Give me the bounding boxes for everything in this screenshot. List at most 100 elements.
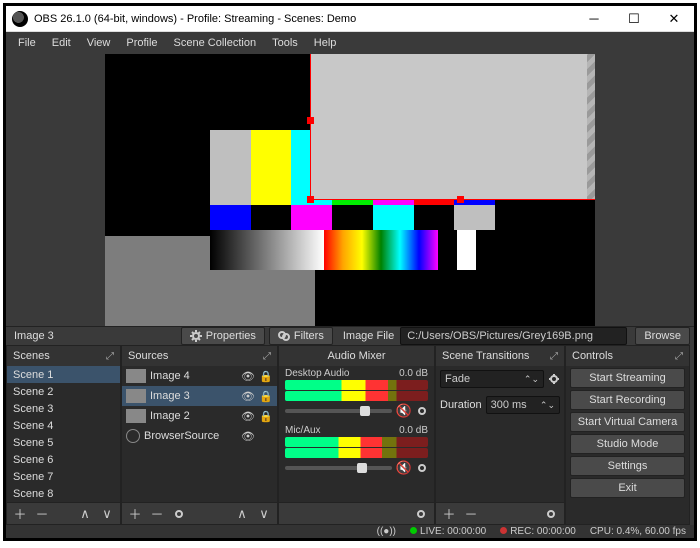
- gear-icon[interactable]: [416, 405, 428, 417]
- menu-view[interactable]: View: [79, 32, 119, 54]
- scene-item[interactable]: Scene 3: [7, 400, 120, 417]
- duration-input[interactable]: 300 ms⌃⌄: [486, 396, 560, 414]
- volume-slider[interactable]: [285, 466, 392, 470]
- dock-popout-icon[interactable]: ⤢: [675, 351, 683, 362]
- rec-dot-icon: [500, 527, 507, 534]
- scene-add-button[interactable]: ＋: [11, 506, 29, 522]
- dock-row: Scenes⤢ Scene 1Scene 2Scene 3Scene 4Scen…: [6, 345, 694, 525]
- source-properties-button[interactable]: [170, 506, 188, 522]
- transition-properties-button[interactable]: [542, 506, 560, 522]
- lock-toggle-icon[interactable]: 🔒: [259, 410, 273, 423]
- control-button-start-streaming[interactable]: Start Streaming: [570, 368, 685, 388]
- scene-item[interactable]: Scene 8: [7, 485, 120, 502]
- menu-edit[interactable]: Edit: [44, 32, 79, 54]
- audio-meter: [285, 437, 428, 447]
- menubar: File Edit View Profile Scene Collection …: [6, 32, 694, 54]
- filters-label: Filters: [294, 330, 324, 342]
- dock-popout-icon[interactable]: ⤢: [550, 351, 558, 362]
- menu-file[interactable]: File: [10, 32, 44, 54]
- source-item[interactable]: Image 2👁🔒: [122, 406, 277, 426]
- scene-item[interactable]: Scene 5: [7, 434, 120, 451]
- resize-handle-ml[interactable]: [307, 117, 314, 124]
- menu-help[interactable]: Help: [306, 32, 345, 54]
- properties-button[interactable]: Properties: [181, 327, 265, 345]
- transition-selected-label: Fade: [445, 373, 470, 385]
- browse-button[interactable]: Browse: [635, 327, 690, 345]
- mute-button-icon[interactable]: 🔇: [396, 460, 412, 476]
- volume-slider[interactable]: [285, 409, 392, 413]
- image-file-path[interactable]: C:/Users/OBS/Pictures/Grey169B.png: [400, 327, 627, 345]
- cpu-status: CPU: 0.4%, 60.00 fps: [590, 526, 686, 537]
- control-button-start-virtual-camera[interactable]: Start Virtual Camera: [570, 412, 685, 432]
- gear-icon[interactable]: [548, 373, 560, 385]
- scene-remove-button[interactable]: －: [33, 506, 51, 522]
- transition-select[interactable]: Fade ⌃⌄: [440, 370, 544, 388]
- preview-area[interactable]: [6, 54, 694, 326]
- gear-icon[interactable]: [416, 462, 428, 474]
- menu-profile[interactable]: Profile: [118, 32, 165, 54]
- titlebar: OBS 26.1.0 (64-bit, windows) - Profile: …: [6, 6, 694, 32]
- filters-button[interactable]: Filters: [269, 327, 333, 345]
- gear-icon: [545, 508, 557, 520]
- live-status: LIVE: 00:00:00: [410, 526, 486, 537]
- source-remove-button[interactable]: －: [148, 506, 166, 522]
- dock-popout-icon[interactable]: ⤢: [106, 351, 114, 362]
- scene-item[interactable]: Scene 2: [7, 383, 120, 400]
- gear-icon: [173, 508, 185, 520]
- transitions-dock: Scene Transitions⤢ Fade⌃⌄ Duration 300 m…: [435, 345, 565, 525]
- resize-handle-bl[interactable]: [307, 196, 314, 203]
- visibility-toggle-icon[interactable]: 👁: [241, 430, 255, 443]
- sources-title: Sources: [128, 350, 168, 362]
- control-button-studio-mode[interactable]: Studio Mode: [570, 434, 685, 454]
- source-item[interactable]: BrowserSource👁: [122, 426, 277, 446]
- source-add-button[interactable]: ＋: [126, 506, 144, 522]
- lock-toggle-icon[interactable]: 🔒: [259, 390, 273, 403]
- window-title: OBS 26.1.0 (64-bit, windows) - Profile: …: [34, 13, 574, 25]
- close-button[interactable]: ✕: [654, 6, 694, 32]
- mixer-channel-name: Desktop Audio: [285, 368, 350, 379]
- image-thumb-icon: [126, 409, 146, 423]
- source-item[interactable]: Image 4👁🔒: [122, 366, 277, 386]
- minimize-button[interactable]: ─: [574, 6, 614, 32]
- transition-remove-button[interactable]: －: [462, 506, 480, 522]
- source-label: Image 3: [150, 390, 237, 402]
- scene-move-up-button[interactable]: ∧: [76, 506, 94, 522]
- mixer-advanced-button[interactable]: [412, 506, 430, 522]
- control-button-settings[interactable]: Settings: [570, 456, 685, 476]
- gear-icon: [415, 508, 427, 520]
- broadcast-icon: ((●)): [377, 526, 396, 537]
- mute-button-icon[interactable]: 🔇: [396, 403, 412, 419]
- source-move-up-button[interactable]: ∧: [233, 506, 251, 522]
- scene-item[interactable]: Scene 6: [7, 451, 120, 468]
- scene-item[interactable]: Scene 7: [7, 468, 120, 485]
- source-item[interactable]: Image 3 👁 🔒: [122, 386, 277, 406]
- scene-move-down-button[interactable]: ∨: [98, 506, 116, 522]
- transition-add-button[interactable]: ＋: [440, 506, 458, 522]
- audio-meter: [285, 448, 428, 458]
- sources-list[interactable]: Image 4👁🔒Image 3👁🔒Image 2👁🔒BrowserSource…: [122, 366, 277, 502]
- resize-handle-bm[interactable]: [457, 196, 464, 203]
- mixer-channel-name: Mic/Aux: [285, 425, 321, 436]
- app-icon: [12, 11, 28, 27]
- menu-scene-collection[interactable]: Scene Collection: [166, 32, 265, 54]
- dock-popout-icon[interactable]: ⤢: [263, 351, 271, 362]
- browse-label: Browse: [644, 330, 681, 342]
- preview-canvas[interactable]: [105, 54, 595, 326]
- maximize-button[interactable]: ☐: [614, 6, 654, 32]
- control-button-start-recording[interactable]: Start Recording: [570, 390, 685, 410]
- audio-meter: [285, 391, 428, 401]
- scene-item[interactable]: Scene 1: [7, 366, 120, 383]
- scene-item[interactable]: Scene 4: [7, 417, 120, 434]
- live-dot-icon: [410, 527, 417, 534]
- chevron-updown-icon: ⌃⌄: [524, 374, 539, 385]
- source-image3-preview-selected[interactable]: [310, 54, 595, 200]
- visibility-toggle-icon[interactable]: 👁: [241, 370, 255, 383]
- mixer-channel-level: 0.0 dB: [399, 425, 428, 436]
- lock-toggle-icon[interactable]: 🔒: [259, 370, 273, 383]
- visibility-toggle-icon[interactable]: 👁: [241, 390, 255, 403]
- scenes-list[interactable]: Scene 1Scene 2Scene 3Scene 4Scene 5Scene…: [7, 366, 120, 502]
- source-move-down-button[interactable]: ∨: [255, 506, 273, 522]
- menu-tools[interactable]: Tools: [264, 32, 306, 54]
- control-button-exit[interactable]: Exit: [570, 478, 685, 498]
- visibility-toggle-icon[interactable]: 👁: [241, 410, 255, 423]
